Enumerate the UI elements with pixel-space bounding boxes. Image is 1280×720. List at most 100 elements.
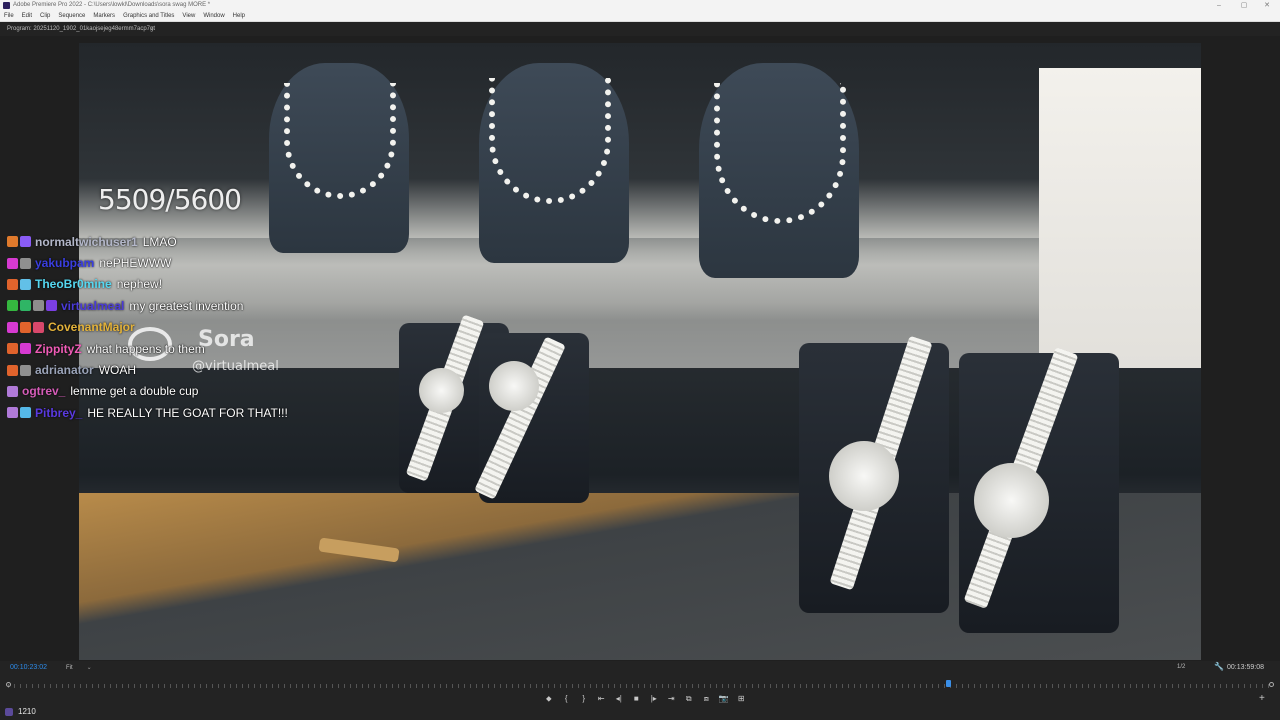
chat-text: my greatest invention: [129, 298, 244, 313]
chat-message: adrianator WOAH: [0, 359, 340, 380]
chat-message: virtualmeal my greatest invention: [0, 295, 340, 316]
chat-text: nephew!: [116, 277, 163, 292]
zoom-fit-select[interactable]: Fit ⌄: [66, 664, 92, 671]
chat-username[interactable]: adrianator: [35, 363, 94, 377]
watch-face: [829, 441, 899, 511]
chat-badge-icon: [7, 257, 18, 269]
chat-badge-icon: [20, 236, 31, 248]
chat-badge-icon: [7, 300, 18, 312]
pearl-necklace: [284, 83, 396, 199]
mark-in-button[interactable]: {: [558, 694, 576, 704]
watch-face: [419, 368, 464, 413]
comparison-view-button[interactable]: ⊞: [733, 694, 751, 704]
chat-badge-icon: [7, 407, 18, 419]
chat-badge-icon: [7, 343, 18, 355]
chat-message: CovenantMajor: [0, 317, 340, 338]
extract-button[interactable]: ⧈: [698, 694, 716, 704]
display-panel: [1039, 68, 1201, 368]
menu-help[interactable]: Help: [233, 13, 245, 19]
chat-badge-icon: [20, 364, 31, 376]
chat-username[interactable]: Pitbrey_: [35, 406, 82, 420]
fit-label: Fit: [66, 665, 73, 671]
chat-badges: [0, 236, 33, 248]
chat-badge-icon: [7, 321, 18, 333]
chat-message: normaltwichuser1 LMAO: [0, 231, 340, 252]
chat-text: LMAO: [142, 234, 177, 249]
menu-markers[interactable]: Markers: [93, 13, 115, 19]
chat-message: ZippityZ what happens to them: [0, 338, 340, 359]
chat-badges: [0, 364, 33, 376]
wrench-icon[interactable]: 🔧: [1214, 663, 1224, 671]
chat-badge-icon: [20, 321, 31, 333]
chat-badges: [0, 278, 33, 290]
chat-badge-icon: [7, 278, 18, 290]
chat-username[interactable]: ZippityZ: [35, 342, 82, 356]
add-marker-button[interactable]: ⬥: [540, 694, 558, 704]
chat-username[interactable]: CovenantMajor: [48, 320, 135, 334]
chat-message: yakubpam nePHEWWW: [0, 252, 340, 273]
menu-bar: File Edit Clip Sequence Markers Graphics…: [0, 11, 1280, 22]
menu-clip[interactable]: Clip: [40, 13, 50, 19]
chat-text: HE REALLY THE GOAT FOR THAT!!!: [87, 405, 288, 420]
step-back-button[interactable]: ◂|: [610, 694, 628, 704]
pearl-necklace: [489, 78, 611, 204]
chat-text: lemme get a double cup: [70, 384, 199, 399]
chat-text: what happens to them: [86, 341, 205, 356]
chat-badges: [0, 300, 59, 312]
watch-face: [974, 463, 1049, 538]
chat-badge-icon: [7, 385, 18, 397]
maximize-button[interactable]: ▢: [1233, 0, 1255, 11]
chat-badge-icon: [20, 278, 31, 290]
close-button[interactable]: ✕: [1256, 0, 1278, 11]
program-panel-header: Program: 20251120_1902_01kaojsejeg48ermm…: [0, 22, 1280, 36]
mark-out-button[interactable]: }: [575, 694, 593, 704]
chat-badges: [0, 343, 33, 355]
menu-sequence[interactable]: Sequence: [58, 13, 85, 19]
menu-view[interactable]: View: [182, 13, 195, 19]
menu-window[interactable]: Window: [203, 13, 224, 19]
current-timecode[interactable]: 00:10:23:02: [10, 664, 47, 671]
chat-badges: [0, 321, 46, 333]
chat-message: ogtrev_ lemme get a double cup: [0, 381, 340, 402]
program-controls: 00:10:23:02 Fit ⌄ 1/2 🔧 00:13:59:08 ⬥ { }…: [0, 661, 1280, 720]
progress-counter: 5509/5600: [98, 183, 242, 216]
timeline-start-handle[interactable]: [6, 682, 11, 687]
playback-resolution-select[interactable]: 1/2: [1177, 664, 1185, 670]
chat-message: TheoBr0mine nephew!: [0, 274, 340, 295]
pearl-necklace: [714, 83, 846, 224]
transport-controls: ⬥ { } ⇤ ◂| ■ |▸ ⇥ ⧉ ⧈ 📷 ⊞: [540, 694, 750, 704]
chat-text: nePHEWWW: [99, 256, 172, 271]
go-to-in-button[interactable]: ⇤: [593, 694, 611, 704]
chat-badge-icon: [33, 300, 44, 312]
program-panel-title[interactable]: Program: 20251120_1902_01kaojsejeg48ermm…: [7, 22, 155, 36]
chat-badge-icon: [20, 407, 31, 419]
stop-button[interactable]: ■: [628, 694, 646, 704]
minimize-button[interactable]: –: [1208, 0, 1230, 11]
chevron-down-icon: ⌄: [86, 665, 92, 671]
go-to-out-button[interactable]: ⇥: [663, 694, 681, 704]
chat-username[interactable]: virtualmeal: [61, 299, 124, 313]
chat-badge-icon: [33, 321, 44, 333]
menu-file[interactable]: File: [4, 13, 14, 19]
menu-edit[interactable]: Edit: [22, 13, 32, 19]
button-editor-add-button[interactable]: +: [1259, 694, 1265, 704]
step-forward-button[interactable]: |▸: [645, 694, 663, 704]
chat-username[interactable]: TheoBr0mine: [35, 277, 112, 291]
chat-username[interactable]: ogtrev_: [22, 384, 65, 398]
watch-face: [489, 361, 539, 411]
timeline-scrubber[interactable]: [6, 680, 1274, 688]
chat-username[interactable]: yakubpam: [35, 256, 94, 270]
timeline-end-handle[interactable]: [1269, 682, 1274, 687]
chat-username[interactable]: normaltwichuser1: [35, 235, 138, 249]
panel-menu-icon[interactable]: ≡: [150, 22, 154, 36]
chat-badges: [0, 407, 33, 419]
playhead[interactable]: [945, 680, 951, 687]
chat-badge-icon: [7, 236, 18, 248]
chat-badge-icon: [20, 300, 31, 312]
menu-graphics-and-titles[interactable]: Graphics and Titles: [123, 13, 174, 19]
export-frame-icon[interactable]: 📷: [715, 694, 733, 704]
lift-button[interactable]: ⧉: [680, 694, 698, 704]
chat-message: Pitbrey_ HE REALLY THE GOAT FOR THAT!!!: [0, 402, 340, 423]
premiere-app-icon: [3, 2, 10, 9]
chat-badges: [0, 385, 20, 397]
